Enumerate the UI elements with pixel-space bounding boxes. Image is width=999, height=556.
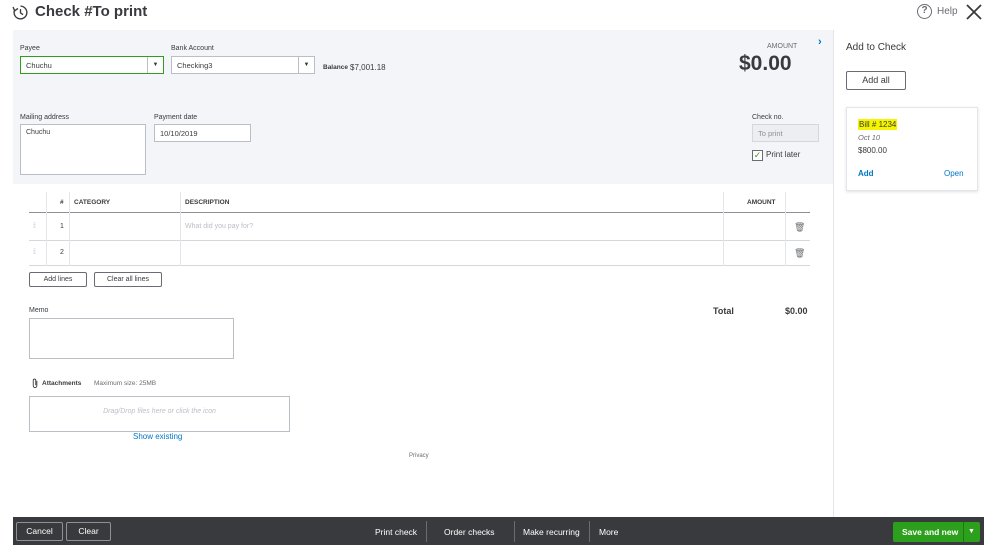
row-divider xyxy=(29,265,810,266)
print-later-label: Print later xyxy=(766,150,801,159)
row-number: 2 xyxy=(60,249,64,256)
bill-date: Oct 10 xyxy=(858,133,881,142)
caret-down-icon[interactable]: ▼ xyxy=(147,57,163,73)
bill-title: Bill # 1234 xyxy=(858,119,898,130)
bank-account-label: Bank Account xyxy=(171,45,214,52)
payee-value: Chuchu xyxy=(26,61,52,70)
clear-button[interactable]: Clear xyxy=(66,522,111,541)
col-header-num: # xyxy=(60,199,64,206)
bank-account-select[interactable]: Checking3 ▼ xyxy=(171,56,315,74)
footer-divider xyxy=(589,521,590,542)
bill-amount: $800.00 xyxy=(858,146,887,155)
caret-down-icon[interactable]: ▼ xyxy=(298,57,314,73)
total-value: $0.00 xyxy=(785,306,808,316)
col-divider xyxy=(785,192,786,266)
payee-label: Payee xyxy=(20,45,40,52)
memo-field[interactable] xyxy=(29,318,234,359)
save-and-new-label: Save and new xyxy=(902,527,959,537)
cancel-button[interactable]: Cancel xyxy=(16,522,63,541)
add-to-check-panel xyxy=(833,30,999,517)
amount-cell[interactable] xyxy=(724,241,785,265)
description-cell[interactable]: What did you pay for? xyxy=(185,223,253,230)
print-check-button[interactable]: Print check xyxy=(375,527,417,537)
help-icon[interactable]: ? xyxy=(917,4,932,19)
drag-handle-icon[interactable]: ⁞⁞ xyxy=(33,223,36,230)
amount-label: AMOUNT xyxy=(767,43,798,50)
check-no-field[interactable]: To print xyxy=(752,124,819,142)
trash-icon[interactable]: 🗑 xyxy=(794,248,805,259)
close-icon[interactable] xyxy=(965,3,983,21)
more-button[interactable]: More xyxy=(599,527,618,537)
paperclip-icon[interactable] xyxy=(31,378,40,389)
amount-value: $0.00 xyxy=(739,52,792,75)
mailing-address-field[interactable]: Chuchu xyxy=(20,124,146,175)
print-later-checkbox[interactable]: ✓ xyxy=(752,150,763,161)
save-split-divider xyxy=(963,522,964,542)
order-checks-button[interactable]: Order checks xyxy=(444,527,495,537)
check-no-label: Check no. xyxy=(752,114,784,121)
bill-add-link[interactable]: Add xyxy=(858,169,874,178)
recent-transactions-icon[interactable] xyxy=(12,4,29,21)
clear-all-lines-button[interactable]: Clear all lines xyxy=(94,272,162,287)
description-cell[interactable] xyxy=(181,241,723,265)
footer-divider xyxy=(426,521,427,542)
col-header-category: CATEGORY xyxy=(74,199,111,206)
mailing-address-label: Mailing address xyxy=(20,114,70,121)
caret-down-icon[interactable]: ▼ xyxy=(968,528,975,535)
category-cell[interactable] xyxy=(70,213,180,240)
row-number: 1 xyxy=(60,223,64,230)
add-lines-button[interactable]: Add lines xyxy=(29,272,87,287)
footer-bar xyxy=(13,517,984,545)
col-header-description: DESCRIPTION xyxy=(185,199,230,206)
drag-handle-icon[interactable]: ⁞⁞ xyxy=(33,249,36,256)
amount-cell[interactable] xyxy=(724,213,785,240)
panel-title: Add to Check xyxy=(846,42,907,53)
payee-select[interactable]: Chuchu ▼ xyxy=(20,56,164,74)
add-all-button[interactable]: Add all xyxy=(846,71,906,90)
attachments-label: Attachments xyxy=(42,380,82,387)
col-divider xyxy=(46,192,47,266)
page-title: Check #To print xyxy=(35,3,148,20)
drop-zone-text: Drag/Drop files here or click the icon xyxy=(103,408,216,415)
balance-value: $7,001.18 xyxy=(350,63,386,72)
bill-open-link[interactable]: Open xyxy=(944,169,964,178)
footer-divider xyxy=(514,521,515,542)
payment-date-field[interactable]: 10/10/2019 xyxy=(154,124,251,142)
make-recurring-button[interactable]: Make recurring xyxy=(523,527,580,537)
help-link[interactable]: Help xyxy=(937,6,958,17)
trash-icon[interactable]: 🗑 xyxy=(794,222,805,233)
show-existing-link[interactable]: Show existing xyxy=(133,432,182,441)
attachments-max-size: Maximum size: 25MB xyxy=(94,380,157,387)
col-header-amount: AMOUNT xyxy=(747,199,776,206)
category-cell[interactable] xyxy=(70,241,180,265)
privacy-link[interactable]: Privacy xyxy=(409,453,429,459)
memo-label: Memo xyxy=(29,307,49,314)
total-label: Total xyxy=(713,306,734,316)
bank-account-value: Checking3 xyxy=(177,61,213,70)
balance-label: Balance xyxy=(323,64,348,71)
payment-date-label: Payment date xyxy=(154,114,198,121)
chevron-right-icon[interactable]: › xyxy=(818,36,822,48)
